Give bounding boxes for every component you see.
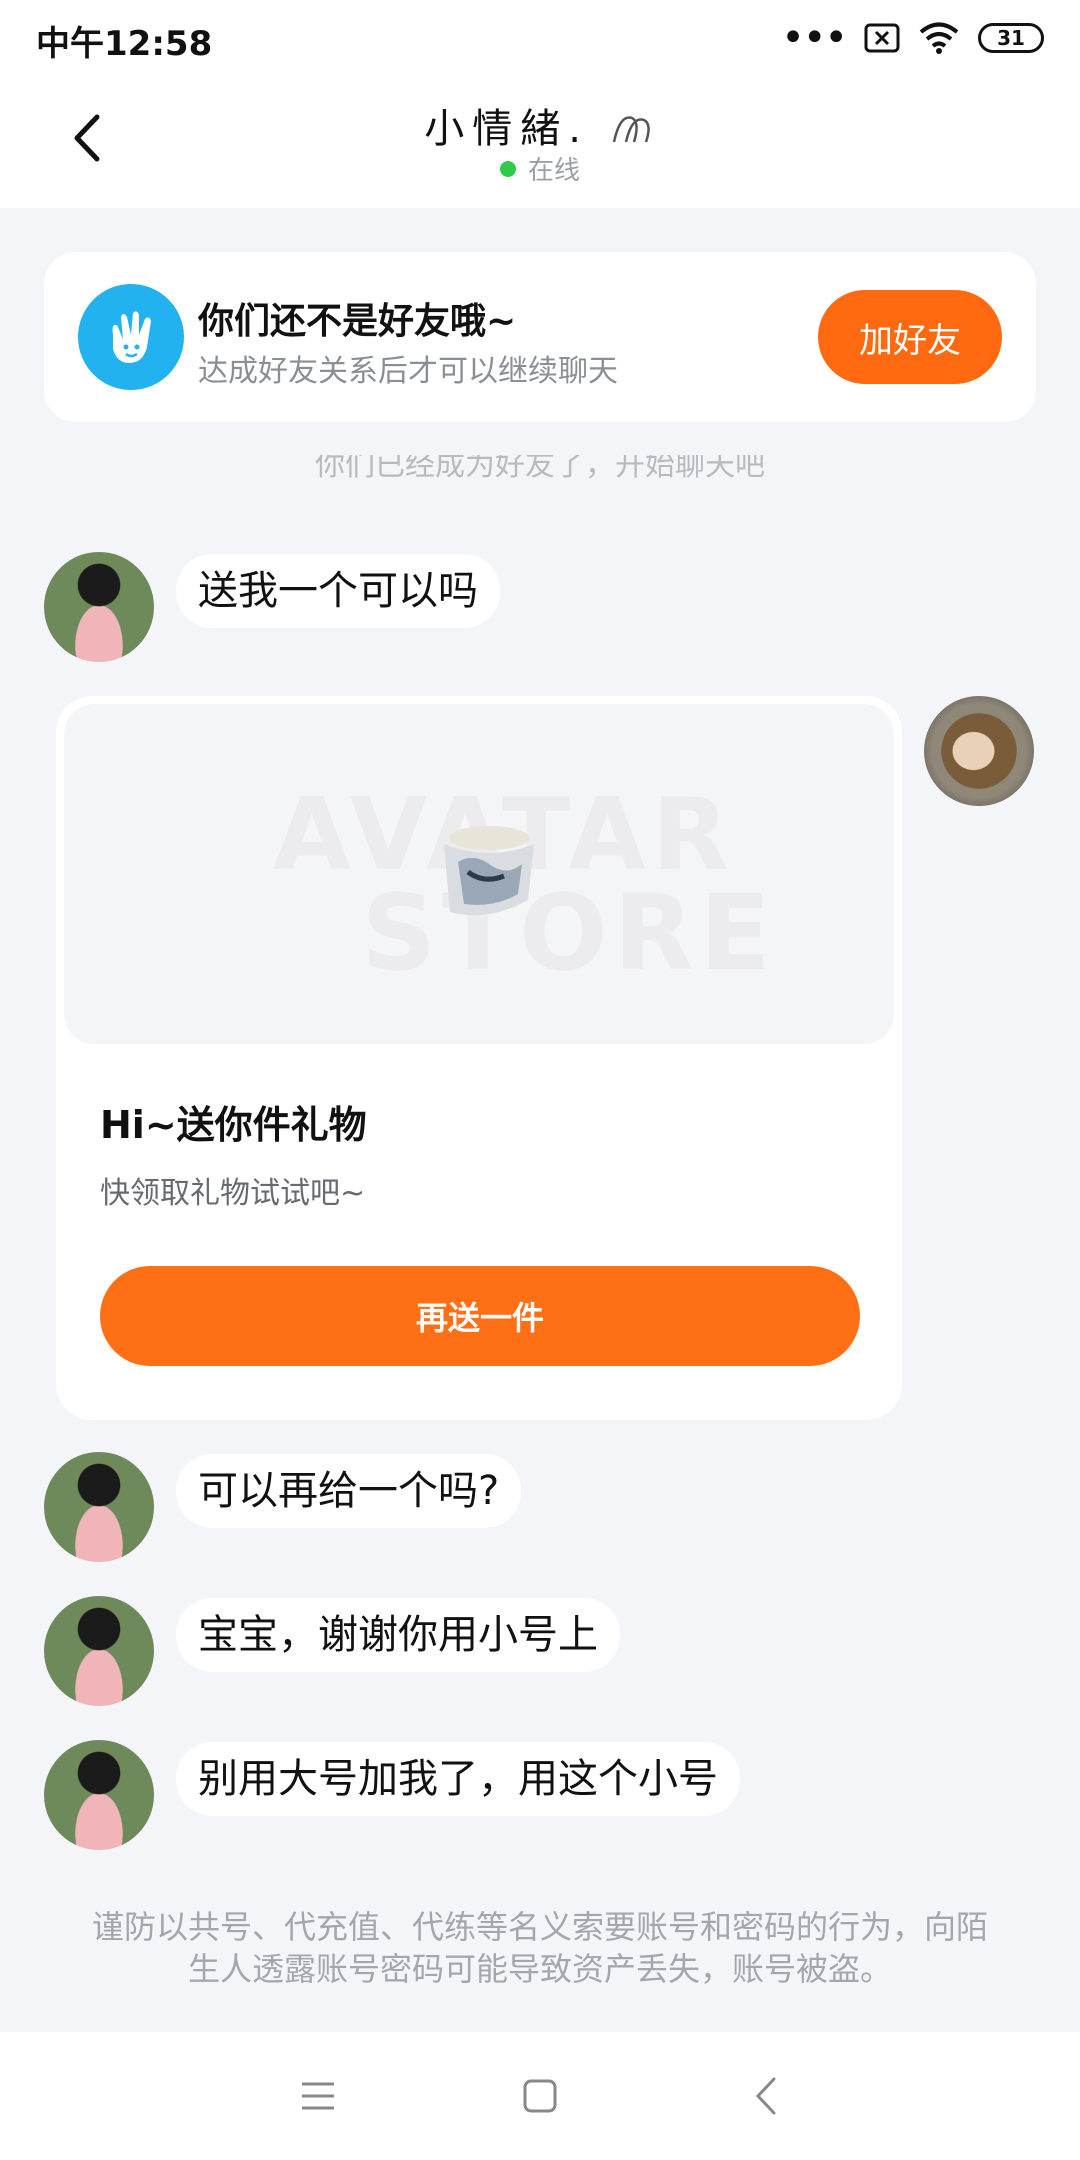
status-icons: ••• 31: [781, 18, 1044, 58]
send-again-button[interactable]: 再送一件: [100, 1266, 860, 1366]
not-friend-banner: 你们还不是好友哦~ 达成好友关系后才可以继续聊天 加好友: [44, 252, 1036, 422]
chat-header: 小情緒. 在线: [0, 72, 1080, 208]
wing-emoji-icon: [612, 116, 650, 143]
contact-avatar[interactable]: [44, 552, 154, 662]
gift-card[interactable]: AVATAR STORE Hi~送你件礼物 快领取礼物试试吧~ 再送一件: [56, 696, 902, 1420]
banner-subtitle: 达成好友关系后才可以继续聊天: [198, 354, 618, 389]
message-bubble-incoming: 可以再给一个吗?: [176, 1454, 522, 1528]
menu-icon: [302, 2082, 334, 2110]
wave-hand-icon: [78, 284, 184, 390]
battery-level: 31: [997, 26, 1025, 50]
chat-screen: 中午12:58 ••• 31 小情緒. 在线 你们还不是好友哦~ 达成好友关系后…: [0, 0, 1080, 2160]
contact-avatar[interactable]: [44, 1740, 154, 1850]
system-nav-bar: [0, 2032, 1080, 2160]
contact-name-text: 小情緒.: [424, 106, 589, 152]
security-warning: 谨防以共号、代充值、代练等名义索要账号和密码的行为，向陌生人透露账号密码可能导致…: [91, 1908, 988, 1988]
home-square-icon: [523, 2079, 557, 2113]
home-button[interactable]: [510, 2066, 570, 2126]
nav-back-button[interactable]: [736, 2066, 796, 2126]
battery-icon: 31: [978, 23, 1044, 53]
gift-subtitle: 快领取礼物试试吧~: [100, 1176, 366, 1211]
gift-item-icon: [444, 826, 534, 916]
contact-avatar[interactable]: [44, 1452, 154, 1562]
gift-image: AVATAR STORE: [64, 704, 894, 1044]
status-bar: 中午12:58 ••• 31: [0, 0, 1080, 72]
wifi-icon: [919, 22, 959, 54]
my-avatar[interactable]: [924, 696, 1034, 806]
online-status: 在线: [0, 150, 1080, 187]
status-time: 中午12:58: [36, 24, 213, 64]
more-dots-icon: •••: [781, 15, 848, 61]
message-bubble-incoming: 送我一个可以吗: [176, 554, 500, 628]
add-friend-button[interactable]: 加好友: [818, 290, 1002, 384]
message-bubble-incoming: 别用大号加我了，用这个小号: [176, 1742, 740, 1816]
menu-button[interactable]: [288, 2066, 348, 2126]
gift-title: Hi~送你件礼物: [100, 1103, 367, 1147]
sim-x-icon: [864, 23, 900, 53]
online-status-text: 在线: [527, 156, 580, 186]
hand-icon: [112, 311, 151, 363]
back-triangle-icon: [755, 2077, 776, 2115]
system-note: 你们已经成为好友了，开始聊天吧: [315, 455, 765, 483]
online-dot-icon: [499, 161, 516, 177]
contact-avatar[interactable]: [44, 1596, 154, 1706]
banner-title: 你们还不是好友哦~: [198, 301, 517, 342]
contact-name[interactable]: 小情緒.: [0, 96, 1080, 154]
message-bubble-incoming: 宝宝，谢谢你用小号上: [176, 1598, 620, 1672]
